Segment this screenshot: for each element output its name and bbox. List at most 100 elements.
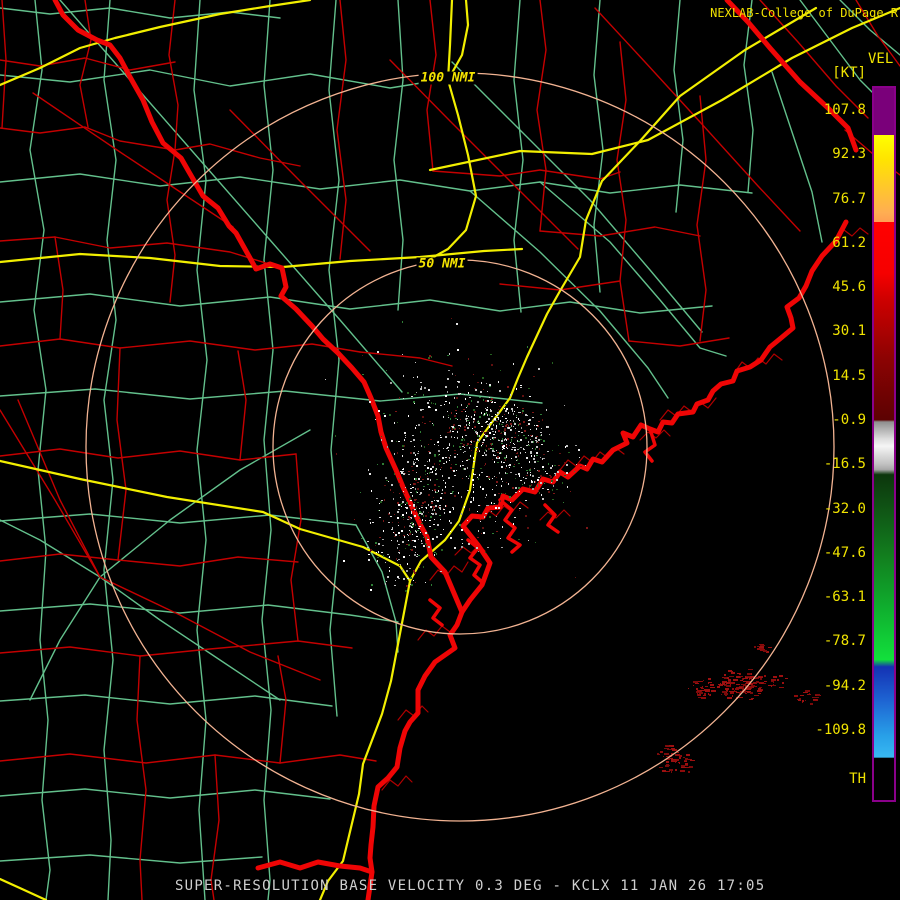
velocity-speckles-bin bbox=[466, 418, 468, 419]
velocity-speckles-bin bbox=[520, 447, 522, 448]
offshore-echoes-bin bbox=[708, 682, 709, 684]
velocity-speckles-bin bbox=[399, 483, 400, 485]
velocity-speckles-bin bbox=[397, 576, 399, 578]
velocity-speckles-bin bbox=[460, 393, 461, 394]
offshore-echoes-bin bbox=[760, 648, 764, 649]
velocity-speckles-bin bbox=[433, 508, 434, 510]
velocity-speckles-bin bbox=[469, 475, 470, 477]
velocity-speckles-bin bbox=[416, 458, 418, 460]
velocity-speckles-bin bbox=[480, 486, 481, 488]
velocity-speckles-bin bbox=[410, 577, 412, 579]
velocity-speckles-bin bbox=[453, 508, 454, 510]
offshore-echoes-bin bbox=[686, 767, 690, 768]
velocity-speckles-bin bbox=[539, 492, 540, 494]
offshore-echoes-bin bbox=[749, 699, 753, 700]
velocity-speckles-bin bbox=[482, 488, 484, 490]
velocity-speckles-bin bbox=[411, 512, 412, 514]
offshore-echoes-bin bbox=[659, 767, 663, 768]
velocity-speckles-bin bbox=[418, 539, 419, 540]
velocity-speckles-bin bbox=[469, 422, 470, 424]
velocity-speckles-bin bbox=[500, 433, 502, 434]
velocity-speckles-bin bbox=[498, 440, 500, 441]
velocity-speckles-bin bbox=[456, 470, 457, 471]
velocity-speckles-bin bbox=[469, 397, 471, 398]
velocity-speckles-bin bbox=[481, 426, 483, 427]
velocity-speckles-bin bbox=[413, 570, 415, 572]
offshore-echoes-bin bbox=[802, 702, 803, 703]
velocity-speckles-bin bbox=[495, 414, 496, 415]
velocity-speckles-bin bbox=[512, 487, 514, 489]
velocity-speckles-bin bbox=[409, 498, 411, 500]
offshore-echoes-bin bbox=[669, 769, 673, 771]
green-roads-path bbox=[0, 69, 453, 89]
offshore-echoes-bin bbox=[764, 681, 767, 682]
offshore-echoes-bin bbox=[812, 697, 814, 698]
velocity-speckles-bin bbox=[534, 461, 536, 463]
velocity-speckles-bin bbox=[487, 547, 489, 548]
velocity-speckles-bin bbox=[448, 415, 449, 416]
velocity-speckles-bin bbox=[547, 426, 549, 428]
offshore-echoes-bin bbox=[728, 681, 731, 682]
offshore-echoes-bin bbox=[815, 695, 817, 696]
velocity-speckles-bin bbox=[510, 429, 511, 431]
velocity-speckles-bin bbox=[551, 482, 552, 483]
velocity-speckles-bin bbox=[529, 396, 531, 397]
velocity-speckles-bin bbox=[427, 402, 429, 404]
velocity-speckles-bin bbox=[482, 377, 484, 379]
velocity-speckles-bin bbox=[538, 470, 540, 472]
velocity-speckles-bin bbox=[369, 519, 371, 520]
velocity-speckles-bin bbox=[495, 431, 496, 433]
offshore-echoes-bin bbox=[757, 690, 762, 692]
velocity-speckles-bin bbox=[489, 432, 491, 434]
offshore-echoes-bin bbox=[758, 688, 761, 690]
offshore-echoes-bin bbox=[771, 681, 774, 682]
velocity-speckles-bin bbox=[511, 458, 512, 459]
velocity-speckles-bin bbox=[398, 544, 400, 545]
velocity-speckles-bin bbox=[450, 455, 451, 456]
velocity-speckles-bin bbox=[424, 446, 425, 448]
velocity-speckles-bin bbox=[512, 410, 513, 412]
velocity-speckles-bin bbox=[523, 449, 525, 450]
velocity-speckles-bin bbox=[484, 432, 486, 434]
velocity-speckles-bin bbox=[489, 423, 490, 424]
offshore-echoes-bin bbox=[805, 700, 806, 701]
velocity-speckles-bin bbox=[429, 489, 430, 490]
velocity-speckles-bin bbox=[472, 484, 473, 485]
velocity-speckles-bin bbox=[404, 536, 405, 538]
offshore-echoes-bin bbox=[771, 685, 772, 687]
velocity-speckles-bin bbox=[368, 554, 370, 555]
velocity-speckles-bin bbox=[388, 481, 389, 482]
velocity-speckles-bin bbox=[552, 465, 553, 467]
velocity-speckles-bin bbox=[452, 491, 454, 492]
velocity-speckles-bin bbox=[496, 481, 498, 483]
velocity-speckles-bin bbox=[436, 553, 437, 555]
velocity-speckles-bin bbox=[394, 453, 395, 455]
velocity-speckles-bin bbox=[471, 497, 472, 498]
velocity-speckles-bin bbox=[420, 492, 422, 494]
velocity-speckles-bin bbox=[565, 446, 566, 448]
velocity-speckles-bin bbox=[429, 526, 431, 527]
velocity-speckles-bin bbox=[460, 443, 462, 444]
velocity-speckles-bin bbox=[540, 482, 542, 484]
velocity-speckles-bin bbox=[402, 449, 404, 450]
offshore-echoes-bin bbox=[728, 679, 731, 681]
velocity-speckles-bin bbox=[408, 540, 409, 541]
velocity-speckles-bin bbox=[496, 427, 497, 429]
velocity-speckles-bin bbox=[523, 448, 524, 449]
velocity-speckles-bin bbox=[439, 460, 441, 462]
velocity-speckles-bin bbox=[461, 404, 462, 406]
velocity-speckles-bin bbox=[452, 426, 454, 428]
velocity-speckles-bin bbox=[553, 493, 555, 494]
velocity-speckles-bin bbox=[585, 465, 586, 466]
offshore-echoes-bin bbox=[760, 645, 765, 646]
velocity-speckles-bin bbox=[508, 483, 509, 485]
velocity-speckles-bin bbox=[496, 485, 497, 486]
velocity-speckles-bin bbox=[407, 563, 408, 565]
velocity-speckles-bin bbox=[515, 428, 516, 429]
offshore-echoes-bin bbox=[748, 677, 750, 678]
velocity-speckles-bin bbox=[500, 420, 501, 422]
velocity-speckles-bin bbox=[434, 463, 435, 465]
velocity-speckles-bin bbox=[420, 476, 421, 478]
velocity-speckles-bin bbox=[504, 439, 505, 441]
county-borders-path bbox=[594, 7, 801, 232]
